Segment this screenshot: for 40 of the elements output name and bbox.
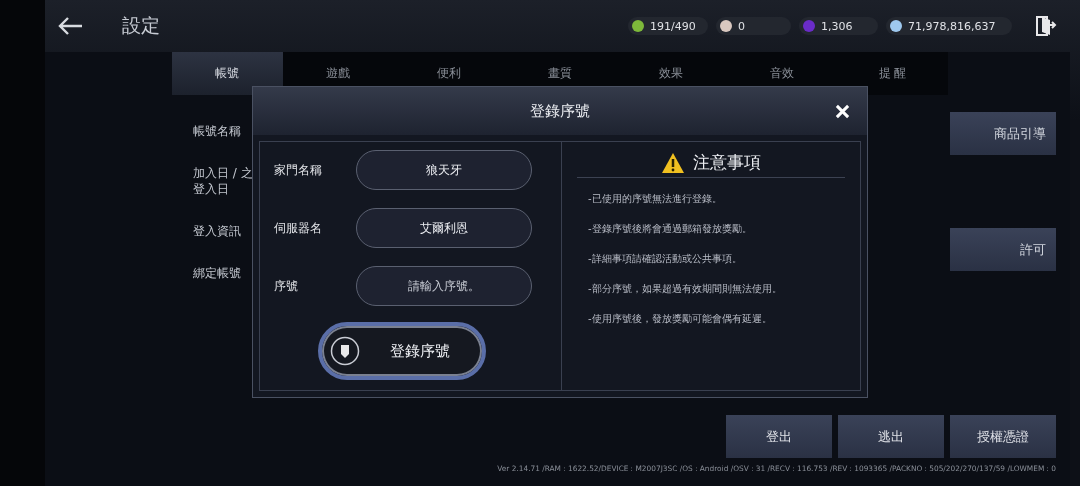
field-label: 家門名稱 [274, 161, 323, 179]
notice-text: -部分序號，如果超過有效期間則無法使用。 [588, 282, 782, 296]
field-label: 綁定帳號 [193, 265, 242, 281]
currency-icon [803, 20, 815, 32]
currency-bar: 1,306 [799, 17, 878, 35]
exit-door-icon[interactable] [1034, 14, 1058, 38]
field-label: 伺服器名 [274, 219, 323, 237]
notice-title: 注意事項 [693, 151, 761, 174]
page-title: 設定 [122, 13, 160, 38]
back-arrow-icon[interactable] [57, 16, 83, 36]
notice-text: -登錄序號後將會通過郵箱發放獎勵。 [588, 222, 753, 236]
input-field[interactable]: 艾爾利恩 [356, 208, 532, 248]
menu-button[interactable]: 授權憑證 [950, 415, 1056, 458]
notice-text: -使用序號後，發放獎勵可能會偶有延遲。 [588, 312, 773, 326]
field-label: 登入日 [193, 181, 230, 197]
currency-icon [890, 20, 902, 32]
pen-icon [330, 336, 360, 366]
input-field[interactable]: 狼天牙 [356, 150, 532, 190]
dialog-title: 登錄序號 [530, 101, 590, 121]
menu-button[interactable]: 許可 [950, 228, 1056, 271]
notice-text: -已使用的序號無法進行登錄。 [588, 192, 723, 206]
close-icon[interactable] [835, 104, 850, 119]
menu-button[interactable]: 商品引導 [950, 112, 1056, 155]
field-label: 登入資訊 [193, 223, 242, 239]
field-label: 帳號名稱 [193, 123, 242, 139]
menu-button[interactable]: 逃出 [838, 415, 944, 458]
input-field[interactable]: 請輸入序號。 [356, 266, 532, 306]
currency-bar: 71,978,816,637 [886, 17, 1012, 35]
menu-button[interactable]: 登出 [726, 415, 832, 458]
currency-icon [720, 20, 732, 32]
tab[interactable]: 帳號 [172, 52, 283, 95]
notice-text: -詳細事項請確認活動或公共事項。 [588, 252, 743, 266]
field-label: 序號 [274, 277, 299, 295]
currency-bar: 0 [716, 17, 791, 35]
currency-bar: 191/490 [628, 17, 708, 35]
currency-icon [632, 20, 644, 32]
tab[interactable]: 提 醒 [837, 52, 948, 95]
register-code-button[interactable]: 登錄序號 [318, 322, 486, 380]
field-label: 加入日 / 之 [193, 165, 253, 181]
warning-icon [661, 151, 685, 174]
